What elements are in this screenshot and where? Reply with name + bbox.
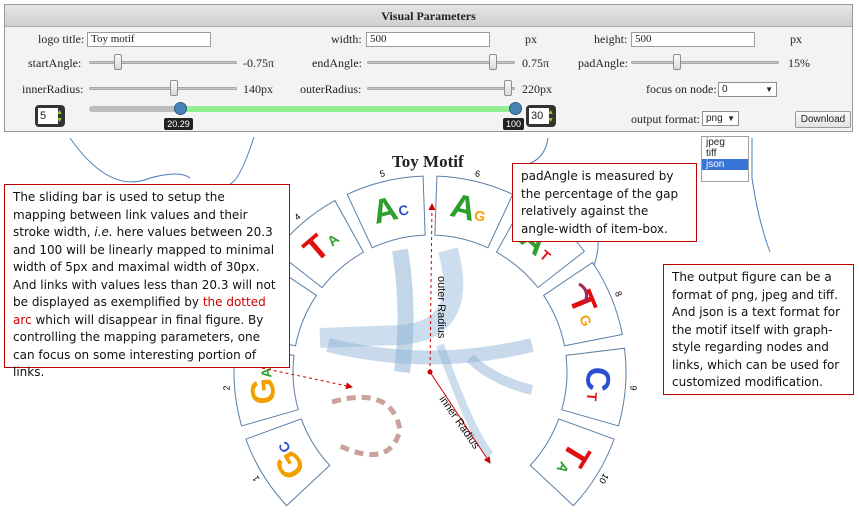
link-arc [466,354,534,395]
node-label-2: 2 [221,385,231,391]
motif-logo-letter: G [244,376,284,405]
pointer-line [751,138,771,253]
node-label-4: 4 [292,211,302,222]
node-label-6: 6 [474,168,481,179]
slider-callout-ie: i.e. [94,225,113,239]
slider-callout: The sliding bar is used to setup the map… [4,184,290,379]
outer-radius-label: outer Radius [435,276,447,339]
motif-logo-letter: C [578,365,618,392]
output-callout: The output figure can be a format of png… [663,264,854,395]
outer-radius-arrow [428,203,436,373]
pointer-line [524,137,549,166]
pointer-line [229,136,255,185]
node-label-9: 9 [628,385,638,391]
motif-logo-letter: T [584,392,601,402]
node-label-5: 5 [379,168,386,179]
node-label-1: 1 [250,474,261,484]
node-label-8: 8 [613,290,624,298]
pad-angle-callout: padAngle is measured by the percentage o… [512,163,697,242]
motif-logo-letter: A [258,367,275,378]
center-dot [427,369,433,375]
node-label-10: 10 [597,472,611,486]
dotted-arc [331,394,403,458]
pointer-line [69,137,191,183]
